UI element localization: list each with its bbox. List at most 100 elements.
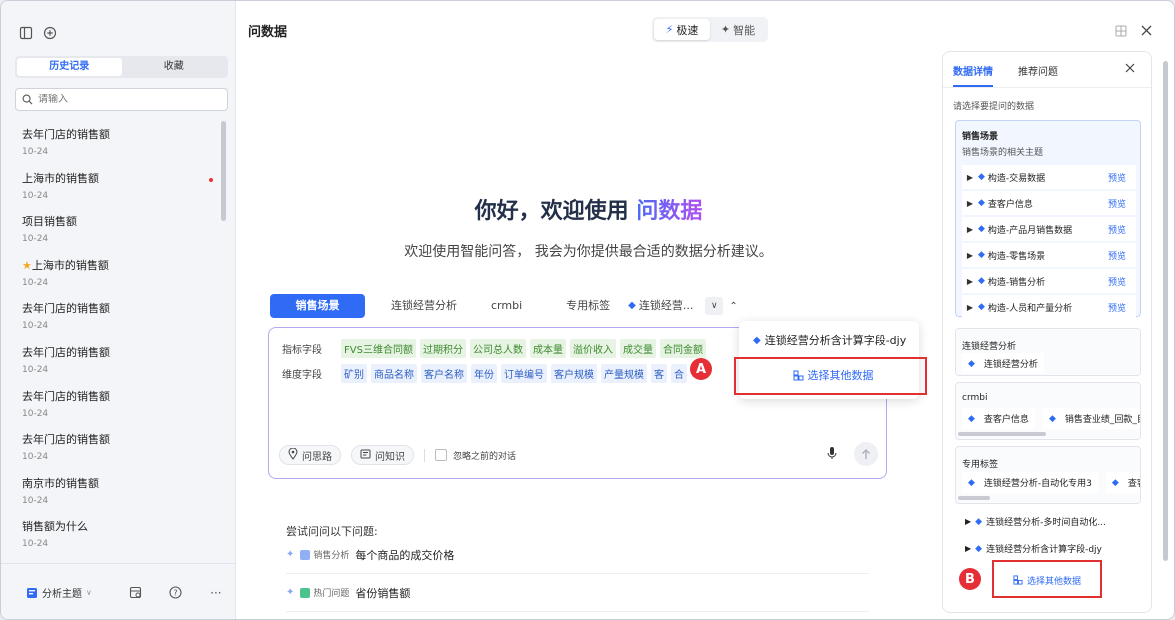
history-item-text: 上海市的销售额 <box>31 258 109 272</box>
dataset-item[interactable]: ▶ ◆ 构造-零售场景 预览 <box>962 243 1136 267</box>
preview-link[interactable]: 预览 <box>1108 301 1136 314</box>
group-crmbi[interactable]: crmbi ◆ 查客户信息 ◆ 销售查业绩_回款_目 <box>955 382 1141 440</box>
dataset-item[interactable]: ▶ ◆ 构造-产品月销售数据 预览 <box>962 217 1136 241</box>
search-input[interactable] <box>38 94 208 105</box>
dimension-chip[interactable]: 矿别 <box>341 364 367 383</box>
mode-smart[interactable]: ✦ 智能 <box>710 19 766 40</box>
tab-recommended[interactable]: 推荐问题 <box>1018 63 1058 78</box>
sidebar-toggle-icon[interactable] <box>19 26 33 40</box>
preview-link[interactable]: 预览 <box>1108 223 1136 236</box>
dimension-chip[interactable]: 商品名称 <box>371 364 417 383</box>
dimension-chip[interactable]: 合 <box>671 364 687 383</box>
preview-link[interactable]: 预览 <box>1108 197 1136 210</box>
close-icon[interactable] <box>1125 63 1135 73</box>
metric-chip[interactable]: 成交量 <box>619 339 656 358</box>
group-scrollbar[interactable] <box>958 496 990 500</box>
sparkle-icon: ✦ <box>720 23 731 36</box>
analysis-theme-button[interactable]: 分析主题 ∨ <box>26 585 115 600</box>
history-item[interactable]: 去年门店的销售额 10-24 <box>1 383 226 427</box>
group-special-tag[interactable]: 专用标签 ◆连锁经营分析-自动化专用3 ◆查客 <box>955 446 1141 504</box>
tab-history[interactable]: 历史记录 <box>17 58 122 76</box>
group-scrollbar[interactable] <box>958 432 1046 436</box>
send-button[interactable] <box>854 442 878 466</box>
dropdown-item-dataset[interactable]: ◆ 连锁经营分析含计算字段-djy <box>753 332 906 348</box>
suggestion-item[interactable]: ✦ 销售分析 每个商品的成交价格 <box>286 536 869 574</box>
dataset-item[interactable]: ◆查客 <box>1105 472 1140 493</box>
history-item[interactable]: 销售额为什么 10-24 <box>1 513 226 557</box>
preview-link[interactable]: 预览 <box>1108 171 1136 184</box>
metric-chip[interactable]: 过期积分 <box>419 339 466 358</box>
history-item[interactable]: 去年门店的销售额 10-24 <box>1 121 226 165</box>
new-chat-icon[interactable] <box>43 26 57 40</box>
checkbox-box[interactable] <box>435 449 447 461</box>
tab-favorites[interactable]: 收藏 <box>122 58 227 76</box>
close-icon[interactable] <box>1141 25 1152 36</box>
microphone-icon[interactable] <box>827 446 837 460</box>
tab-chain-more[interactable]: ◆ 连锁经营... <box>628 294 705 318</box>
history-item-title: 去年门店的销售额 <box>22 388 226 404</box>
chevron-down-icon[interactable]: ∨ <box>705 297 724 315</box>
panel-scrollbar[interactable] <box>1163 61 1168 561</box>
dataset-item[interactable]: ▶ ◆ 构造-交易数据 预览 <box>962 165 1136 189</box>
dimension-chip[interactable]: 客户名称 <box>421 364 467 383</box>
panel-hint: 请选择要提问的数据 <box>953 102 1035 112</box>
metric-chip[interactable]: 成本量 <box>529 339 566 358</box>
dataset-item[interactable]: ◆ 查客户信息 <box>962 408 1035 429</box>
ignore-history-checkbox[interactable]: 忽略之前的对话 <box>424 448 516 462</box>
dataset-item[interactable]: ◆ 销售查业绩_回款_目 <box>1042 408 1140 429</box>
group-title: 销售场景 <box>962 132 999 142</box>
database-icon[interactable] <box>115 586 155 599</box>
tab-special-tag[interactable]: 专用标签 <box>552 294 628 318</box>
dataset-icon: ◆ <box>975 516 983 527</box>
tab-crmbi[interactable]: crmbi <box>477 294 552 318</box>
dataset-item[interactable]: ◆ 连锁经营分析 <box>962 353 1044 374</box>
history-scrollbar[interactable] <box>221 121 226 221</box>
history-list: 去年门店的销售额 10-24 上海市的销售额 10-24 项目销售额 10-24 ★上海市的… <box>1 121 226 557</box>
metric-chip[interactable]: 公司总人数 <box>469 339 526 358</box>
dataset-item[interactable]: ▶ ◆ 查客户信息 预览 <box>962 191 1136 215</box>
history-item[interactable]: 去年门店的销售额 10-24 <box>1 339 226 383</box>
mode-fast[interactable]: ⚡ 极速 <box>654 19 710 40</box>
tab-chain-analysis[interactable]: 连锁经营分析 <box>365 294 477 318</box>
history-item[interactable]: 南京市的销售额 10-24 <box>1 470 226 514</box>
more-icon[interactable]: ··· <box>196 586 236 600</box>
ask-idea-button[interactable]: 问思路 <box>279 445 341 465</box>
dimension-chip[interactable]: 客 <box>651 364 667 383</box>
history-item[interactable]: 去年门店的销售额 10-24 <box>1 426 226 470</box>
dataset-item[interactable]: ◆ 连锁经营分析-自动化专用3 <box>962 472 1098 493</box>
group-sales-scene[interactable]: 销售场景 销售场景的相关主题 ▶ ◆ 构造-交易数据 预览 ▶ ◆ 查客户信息 预览 ▶ ◆ 构造-… <box>955 120 1141 319</box>
history-item-date: 10-24 <box>22 495 49 506</box>
unread-dot <box>209 177 213 182</box>
history-item-title: 去年门店的销售额 <box>22 126 226 142</box>
dimension-chip[interactable]: 产量规模 <box>601 364 647 383</box>
preview-link[interactable]: 预览 <box>1108 275 1136 288</box>
dataset-item[interactable]: ▶ ◆ 构造-销售分析 预览 <box>962 269 1136 293</box>
ask-knowledge-button[interactable]: 问知识 <box>351 445 414 465</box>
dimension-chip[interactable]: 订单编号 <box>501 364 547 383</box>
collapse-icon[interactable]: ⌃ <box>729 301 737 312</box>
history-item[interactable]: 去年门店的销售额 10-24 <box>1 295 226 339</box>
layout-icon[interactable] <box>1115 25 1127 37</box>
history-item[interactable]: ★上海市的销售额 10-24 <box>1 252 226 296</box>
dimension-chip[interactable]: 客户规模 <box>551 364 597 383</box>
history-search <box>15 88 228 111</box>
dataset-icon: ◆ <box>965 475 978 490</box>
metric-chip[interactable]: 合同金额 <box>659 339 706 358</box>
dataset-item[interactable]: ▶ ◆ 连锁经营分析含计算字段-djy <box>965 542 1102 556</box>
group-chain-analysis[interactable]: 连锁经营分析 ◆ 连锁经营分析 <box>955 328 1141 376</box>
caret-right-icon: ▶ <box>966 302 974 312</box>
group-items: ◆ 连锁经营分析 <box>962 353 1044 374</box>
suggestion-item[interactable]: ✦ 热门问题 省份销售额 <box>286 574 869 612</box>
preview-link[interactable]: 预览 <box>1108 249 1136 262</box>
history-item[interactable]: 项目销售额 10-24 <box>1 208 226 252</box>
dataset-item-label: 连锁经营分析-自动化专用3 <box>980 474 1095 491</box>
dataset-item[interactable]: ▶ ◆ 连锁经营分析-多时间自动化... <box>965 515 1106 529</box>
metric-chip[interactable]: FVS三维合同额 <box>341 339 416 358</box>
dimension-chip[interactable]: 年份 <box>471 364 497 383</box>
tab-sales-scene[interactable]: 销售场景 <box>270 294 365 318</box>
dataset-item[interactable]: ▶ ◆ 构造-人员和产量分析 预览 <box>962 295 1136 319</box>
history-item[interactable]: 上海市的销售额 10-24 <box>1 165 226 209</box>
metric-chip[interactable]: 溢价收入 <box>569 339 616 358</box>
help-icon[interactable]: ? <box>156 586 196 599</box>
tab-data-detail[interactable]: 数据详情 <box>953 63 993 78</box>
